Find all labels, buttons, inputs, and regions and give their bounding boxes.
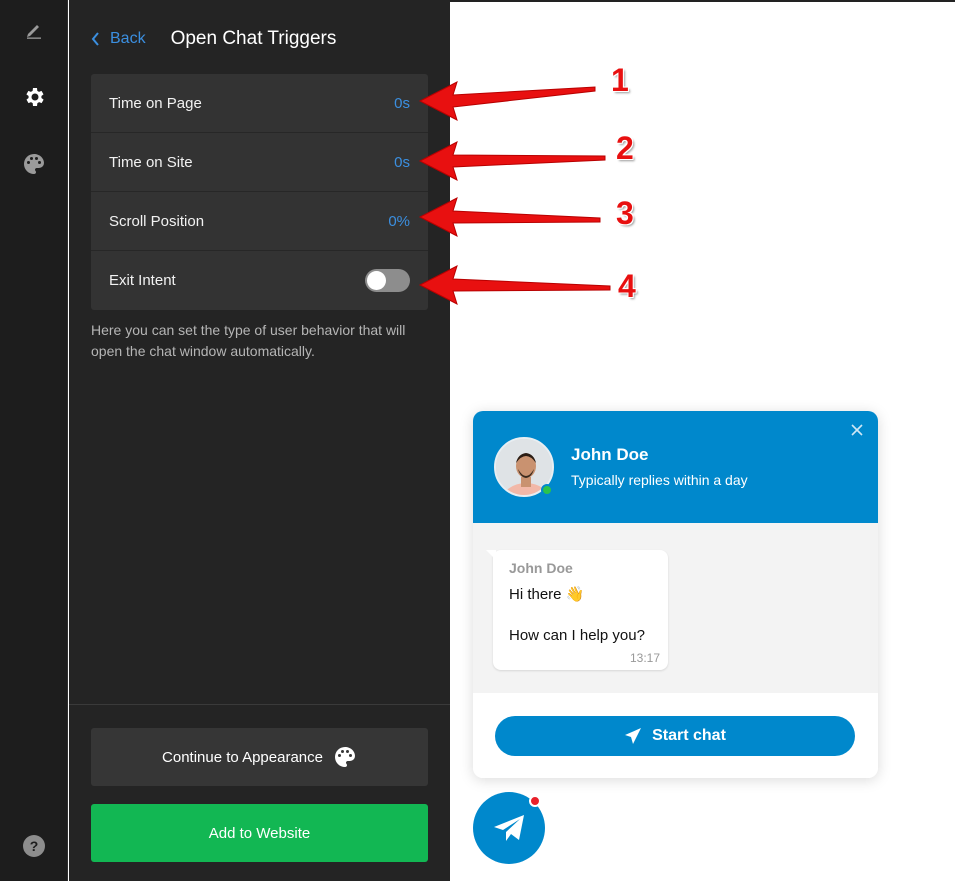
- help-icon[interactable]: ?: [0, 826, 68, 866]
- close-icon[interactable]: [850, 423, 864, 437]
- trigger-list: Time on Page 0s Time on Site 0s Scroll P…: [91, 74, 428, 310]
- trigger-label: Scroll Position: [109, 212, 205, 230]
- chevron-left-icon: [91, 32, 99, 46]
- agent-name: John Doe: [571, 445, 649, 464]
- telegram-icon: [494, 815, 524, 841]
- trigger-time-on-page[interactable]: Time on Page 0s: [91, 74, 428, 133]
- panel-header: Back Open Chat Triggers: [91, 26, 336, 52]
- start-chat-label: Start chat: [652, 727, 726, 744]
- palette-icon: [334, 747, 355, 767]
- message-time: 13:17: [629, 651, 660, 665]
- message-line-1: Hi there 👋: [509, 586, 585, 603]
- back-button[interactable]: Back: [91, 30, 146, 48]
- chat-widget-preview: John Doe Typically replies within a day …: [473, 411, 878, 778]
- trigger-scroll-position[interactable]: Scroll Position 0%: [91, 192, 428, 251]
- exit-intent-toggle[interactable]: [365, 269, 410, 292]
- annotation-number-3: 3: [616, 195, 634, 231]
- annotation-arrow-2: [418, 141, 606, 181]
- message-bubble: John Doe Hi there 👋 How can I help you? …: [486, 550, 668, 670]
- widget-body: John Doe Hi there 👋 How can I help you? …: [473, 523, 878, 693]
- widget-header: John Doe Typically replies within a day: [473, 411, 878, 523]
- trigger-label: Exit Intent: [109, 272, 176, 289]
- page-title: Open Chat Triggers: [170, 28, 337, 49]
- gear-icon[interactable]: [0, 77, 68, 117]
- annotation-arrows: [418, 81, 611, 305]
- trigger-label: Time on Page: [109, 94, 202, 112]
- start-chat-button[interactable]: Start chat: [495, 716, 855, 756]
- trigger-value[interactable]: 0s: [394, 154, 410, 171]
- annotation-arrow-4: [418, 265, 611, 305]
- notification-dot: [529, 795, 541, 807]
- add-to-website-button[interactable]: Add to Website: [91, 804, 428, 862]
- svg-text:?: ?: [30, 838, 39, 854]
- annotation-number-1: 1: [611, 62, 629, 98]
- edit-icon[interactable]: [0, 10, 68, 50]
- divider: [69, 704, 450, 705]
- message-sender: John Doe: [509, 560, 573, 576]
- trigger-value[interactable]: 0s: [394, 95, 410, 112]
- message-line-2: How can I help you?: [509, 627, 645, 644]
- continue-label: Continue to Appearance: [162, 748, 323, 766]
- icon-sidebar: ?: [0, 0, 68, 881]
- annotation-number-2: 2: [616, 130, 634, 166]
- palette-icon[interactable]: [0, 144, 68, 184]
- widget-footer: Start chat: [473, 693, 878, 778]
- telegram-send-icon: [625, 728, 642, 744]
- trigger-time-on-site[interactable]: Time on Site 0s: [91, 133, 428, 192]
- top-border: [450, 0, 955, 2]
- trigger-label: Time on Site: [109, 153, 193, 171]
- online-status-dot: [541, 484, 553, 496]
- toggle-knob: [367, 271, 386, 290]
- trigger-exit-intent[interactable]: Exit Intent: [91, 251, 428, 310]
- continue-to-appearance-button[interactable]: Continue to Appearance: [91, 728, 428, 786]
- annotation-arrow-1: [418, 81, 596, 121]
- bubble-tail: [486, 550, 496, 560]
- agent-reply-time: Typically replies within a day: [571, 472, 748, 488]
- trigger-hint-text: Here you can set the type of user behavi…: [91, 322, 406, 359]
- trigger-value[interactable]: 0%: [388, 213, 410, 230]
- add-label: Add to Website: [208, 824, 311, 842]
- settings-panel: Back Open Chat Triggers Time on Page 0s …: [69, 0, 450, 881]
- annotation-arrow-3: [418, 197, 601, 237]
- back-label: Back: [110, 30, 146, 47]
- annotation-number-4: 4: [618, 268, 636, 304]
